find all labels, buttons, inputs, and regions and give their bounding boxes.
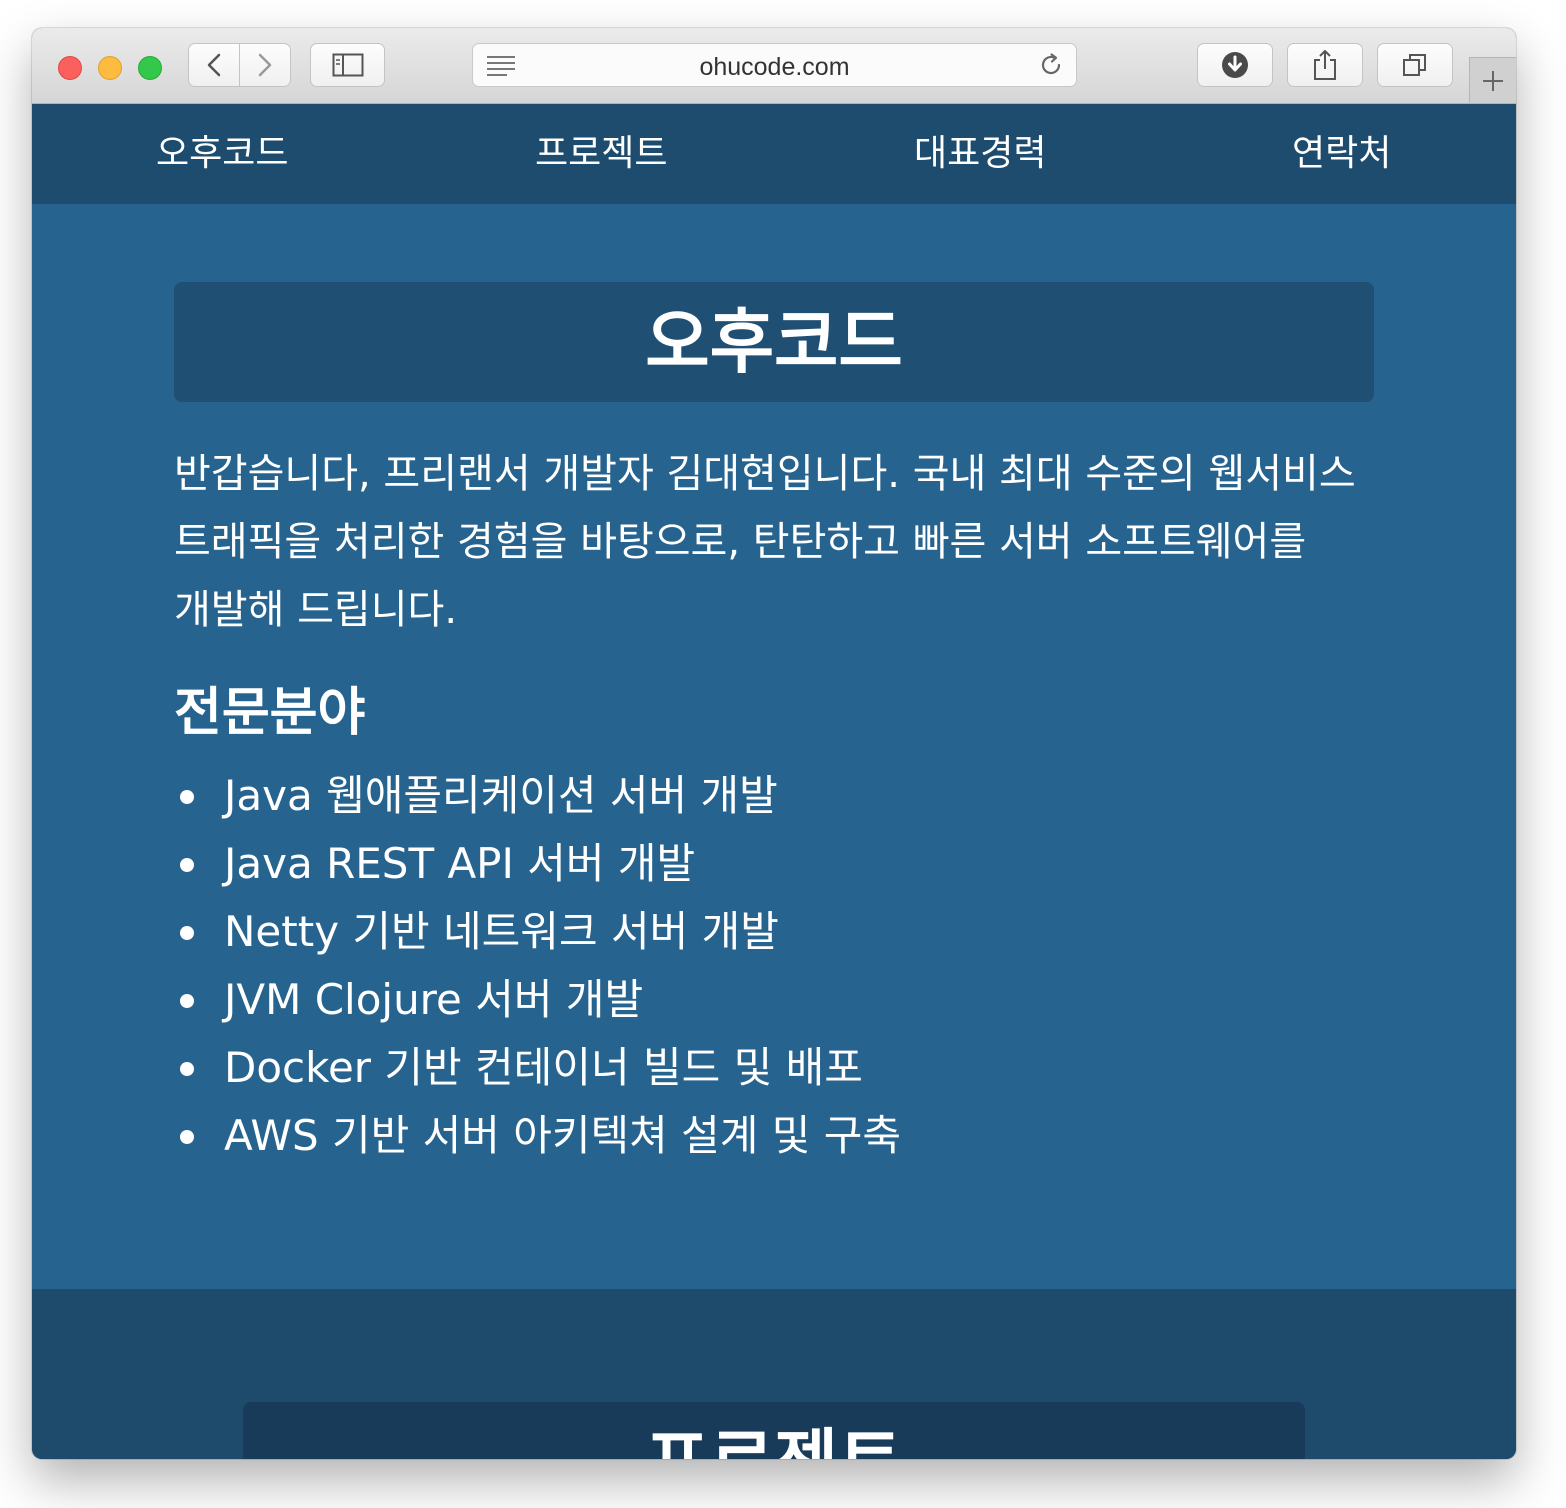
expertise-item-text: AWS 기반 서버 아키텍쳐 설계 및 구축: [224, 1111, 902, 1160]
list-item: JVM Clojure 서버 개발: [174, 966, 901, 1034]
bullet-icon: [180, 858, 194, 872]
list-item: Java 웹애플리케이션 서버 개발: [174, 762, 901, 830]
expertise-list: Java 웹애플리케이션 서버 개발 Java REST API 서버 개발 N…: [174, 762, 901, 1170]
address-bar[interactable]: ohucode.com: [472, 43, 1077, 87]
bullet-icon: [180, 1062, 194, 1076]
new-tab-icon: [1483, 70, 1503, 91]
minimize-window-button[interactable]: [98, 56, 122, 80]
nav-link-contact[interactable]: 연락처: [1292, 104, 1391, 204]
nav-link-projects[interactable]: 프로젝트: [535, 104, 667, 204]
new-tab-button[interactable]: [1469, 57, 1516, 103]
expertise-item-text: Netty 기반 네트워크 서버 개발: [224, 907, 779, 956]
projects-title-box: 프로젝트: [243, 1402, 1305, 1459]
back-icon: [207, 53, 221, 77]
downloads-button[interactable]: [1197, 43, 1273, 87]
expertise-item-text: Java 웹애플리케이션 서버 개발: [224, 771, 778, 820]
address-url: ohucode.com: [699, 53, 850, 81]
expertise-item-text: Docker 기반 컨테이너 빌드 및 배포: [224, 1043, 863, 1092]
nav-link-home[interactable]: 오후코드: [156, 104, 288, 204]
history-nav-group: [188, 43, 291, 87]
bullet-icon: [180, 926, 194, 940]
forward-icon: [258, 53, 272, 77]
list-item: AWS 기반 서버 아키텍쳐 설계 및 구축: [174, 1102, 901, 1170]
back-button[interactable]: [189, 44, 239, 86]
browser-toolbar: ohucode.com: [32, 28, 1516, 104]
expertise-item-text: Java REST API 서버 개발: [224, 839, 696, 888]
sidebar-button[interactable]: [310, 43, 385, 87]
projects-title: 프로젝트: [243, 1402, 1305, 1459]
intro-section: 오후코드 반갑습니다, 프리랜서 개발자 김대현입니다. 국내 최대 수준의 웹…: [32, 204, 1516, 1289]
bullet-icon: [180, 1130, 194, 1144]
show-tabs-button[interactable]: [1377, 43, 1453, 87]
list-item: Docker 기반 컨테이너 빌드 및 배포: [174, 1034, 901, 1102]
reload-icon[interactable]: [1038, 52, 1064, 78]
download-icon: [1222, 52, 1248, 78]
intro-description: 반갑습니다, 프리랜서 개발자 김대현입니다. 국내 최대 수준의 웹서비스 트…: [174, 451, 1356, 633]
bullet-icon: [180, 790, 194, 804]
page-title: 오후코드: [645, 301, 903, 383]
site-nav: 오후코드 프로젝트 대표경력 연락처: [32, 104, 1516, 204]
projects-section: 프로젝트: [32, 1289, 1516, 1459]
close-window-button[interactable]: [58, 56, 82, 80]
forward-button[interactable]: [239, 44, 290, 86]
nav-link-career[interactable]: 대표경력: [914, 104, 1046, 204]
sidebar-icon: [332, 53, 363, 77]
browser-window: ohucode.com 오후코드 프로젝트 대표경력 연락처 오후코드 반갑습니…: [32, 28, 1516, 1459]
share-button[interactable]: [1287, 43, 1363, 87]
intro-title-box: 오후코드: [174, 282, 1374, 402]
list-item: Netty 기반 네트워크 서버 개발: [174, 898, 901, 966]
expertise-item-text: JVM Clojure 서버 개발: [224, 975, 644, 1024]
bullet-icon: [180, 994, 194, 1008]
zoom-window-button[interactable]: [138, 56, 162, 80]
share-icon: [1314, 50, 1336, 80]
expertise-heading: 전문분야: [174, 683, 366, 743]
list-item: Java REST API 서버 개발: [174, 830, 901, 898]
tabs-icon: [1403, 54, 1426, 76]
